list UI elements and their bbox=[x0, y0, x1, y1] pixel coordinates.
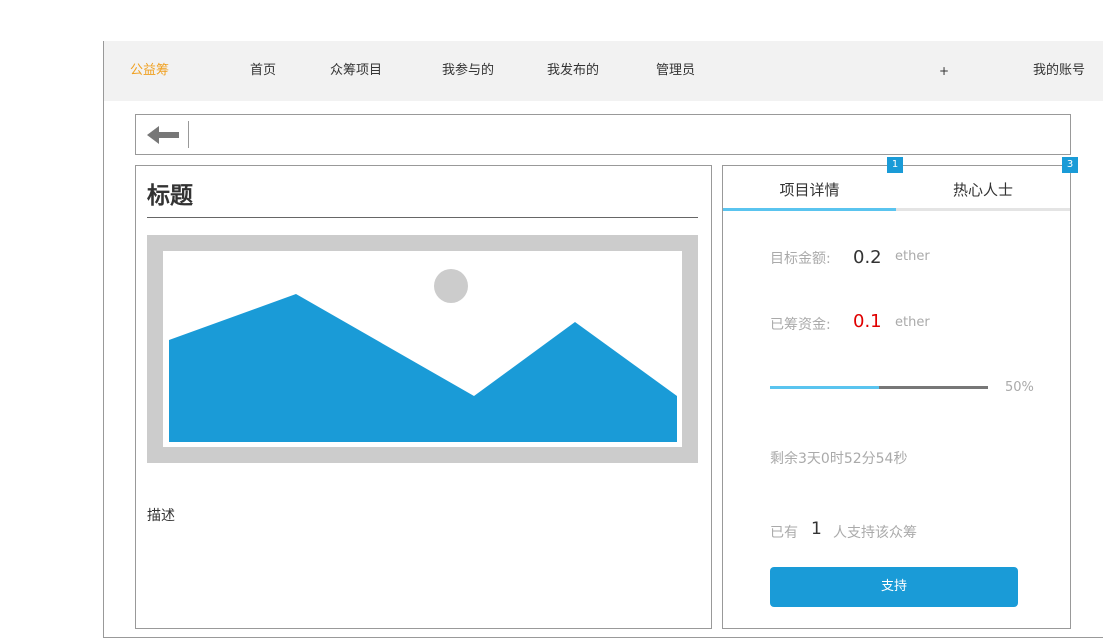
top-navbar: 公益筹 首页 众筹项目 我参与的 我发布的 管理员 + 我的账号 bbox=[104, 41, 1103, 101]
tab-project-details[interactable]: 项目详情 bbox=[723, 174, 896, 210]
nav-item-published[interactable]: 我发布的 bbox=[547, 41, 599, 101]
nav-item-admin[interactable]: 管理员 bbox=[656, 41, 695, 101]
countdown-timer: 剩余3天0时52分54秒 bbox=[770, 451, 908, 467]
supporters-prefix: 已有 bbox=[770, 525, 798, 541]
target-amount-unit: ether bbox=[895, 249, 930, 264]
supporters-suffix: 人支持该众筹 bbox=[833, 525, 917, 541]
tab-active-indicator bbox=[723, 208, 896, 211]
progress-bar-fill bbox=[770, 386, 879, 389]
add-button[interactable]: + bbox=[939, 41, 949, 101]
raised-amount-unit: ether bbox=[895, 315, 930, 330]
project-description: 描述 bbox=[147, 508, 175, 524]
supporters-count: 1 bbox=[811, 519, 822, 539]
details-card bbox=[722, 165, 1071, 629]
target-amount-value: 0.2 bbox=[853, 247, 882, 268]
tab-supporters[interactable]: 热心人士 bbox=[896, 174, 1070, 210]
raised-amount-value: 0.1 bbox=[853, 311, 882, 332]
back-bar bbox=[135, 114, 1071, 155]
nav-item-projects[interactable]: 众筹项目 bbox=[330, 41, 382, 101]
nav-item-my-account[interactable]: 我的账号 bbox=[1033, 41, 1085, 101]
arrow-left-icon[interactable] bbox=[147, 124, 179, 146]
back-bar-divider bbox=[188, 121, 189, 148]
raised-amount-label: 已筹资金: bbox=[770, 317, 831, 333]
image-placeholder-icon bbox=[147, 235, 698, 463]
brand-logo-link[interactable]: 公益筹 bbox=[130, 41, 169, 101]
tab-badge: 1 bbox=[887, 157, 903, 173]
target-amount-label: 目标金额: bbox=[770, 251, 831, 267]
title-divider bbox=[147, 217, 698, 218]
support-button[interactable]: 支持 bbox=[770, 567, 1018, 607]
nav-item-home[interactable]: 首页 bbox=[250, 41, 276, 101]
project-title: 标题 bbox=[147, 183, 193, 209]
nav-item-joined[interactable]: 我参与的 bbox=[442, 41, 494, 101]
tab-badge: 3 bbox=[1062, 157, 1078, 173]
progress-percent: 50% bbox=[1005, 380, 1034, 395]
